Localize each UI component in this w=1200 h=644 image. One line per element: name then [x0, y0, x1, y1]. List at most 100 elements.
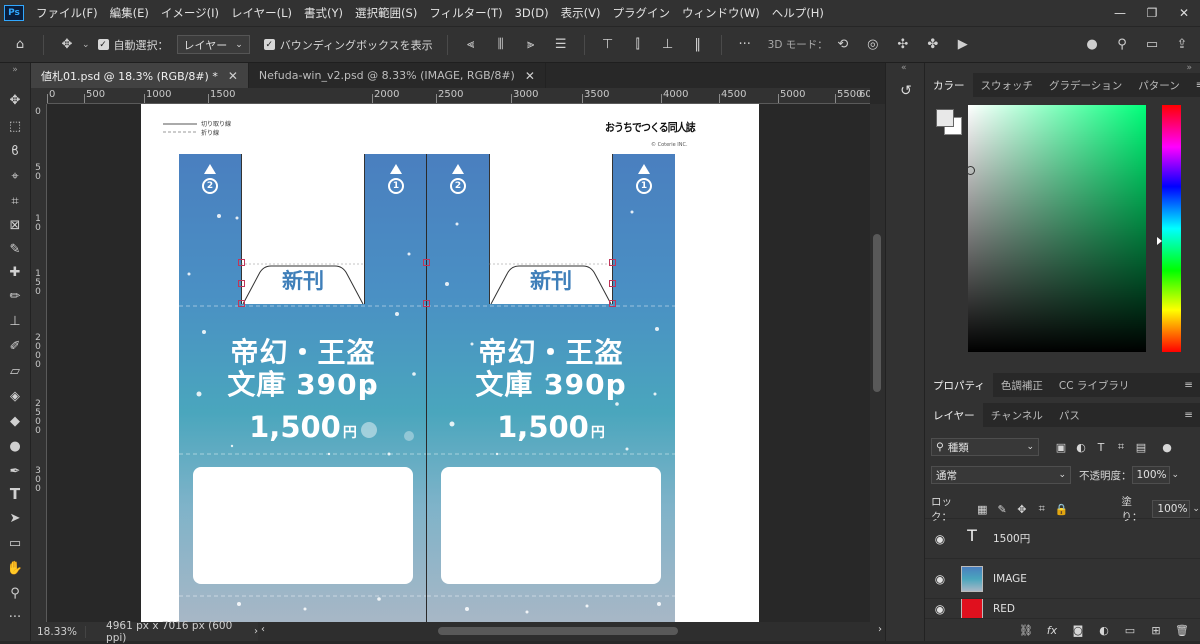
more-options-icon[interactable]: ··· [733, 33, 757, 57]
transform-handle[interactable] [238, 300, 245, 307]
menu-help[interactable]: ヘルプ(H) [766, 0, 830, 26]
show-bounding-box-checkbox[interactable]: ✓ [263, 39, 275, 50]
auto-select-checkbox[interactable]: ✓ [97, 39, 109, 50]
layer-style-icon[interactable]: fx [1044, 622, 1060, 638]
lock-position-icon[interactable]: ✥ [1014, 501, 1030, 517]
share-icon[interactable]: ⇪ [1170, 33, 1194, 57]
menu-type[interactable]: 書式(Y) [298, 0, 349, 26]
zoom-tool-icon[interactable]: ⚲ [3, 582, 27, 604]
filter-smart-object-icon[interactable]: ▤ [1133, 439, 1149, 455]
tab-channels[interactable]: チャンネル [983, 403, 1051, 427]
auto-select-target-dropdown[interactable]: レイヤー ⌄ [176, 35, 250, 54]
history-panel-icon[interactable]: ↺ [896, 83, 916, 103]
new-layer-icon[interactable]: ⊞ [1148, 622, 1164, 638]
lock-transparency-icon[interactable]: ▦ [974, 501, 990, 517]
menu-window[interactable]: ウィンドウ(W) [676, 0, 766, 26]
zoom-level[interactable]: 18.33% [31, 625, 87, 638]
align-bottom-icon[interactable]: ⊥ [656, 33, 680, 57]
3d-pan-icon[interactable]: ✣ [891, 33, 915, 57]
horizontal-scrollbar[interactable]: ‹ › [258, 622, 885, 641]
filter-toggle-icon[interactable]: ● [1159, 439, 1175, 455]
tab-swatches[interactable]: スウォッチ [973, 73, 1042, 97]
horizontal-ruler[interactable]: 0 500 1000 1500 2000 2500 3000 3500 4000… [47, 88, 870, 104]
layer-row-red[interactable]: ◉ RED [925, 598, 1200, 618]
distribute-vertical-icon[interactable]: ‖ [686, 33, 710, 57]
dodge-tool-icon[interactable]: ● [3, 435, 27, 457]
opacity-field[interactable]: 100% [1131, 466, 1170, 484]
3d-roll-icon[interactable]: ◎ [861, 33, 885, 57]
lasso-tool-icon[interactable]: ϐ [3, 140, 27, 162]
crop-tool-icon[interactable]: ⌗ [3, 190, 27, 212]
distribute-horizontal-icon[interactable]: ☰ [549, 33, 573, 57]
align-right-icon[interactable]: ⫸ [519, 33, 543, 57]
close-tab-icon[interactable]: ✕ [228, 69, 238, 83]
close-tab-icon[interactable]: ✕ [525, 69, 535, 83]
frame-tool-icon[interactable]: ⊠ [3, 214, 27, 236]
blend-mode-dropdown[interactable]: 通常 ⌄ [931, 466, 1071, 484]
filter-adjustment-icon[interactable]: ◐ [1073, 439, 1089, 455]
close-button[interactable]: ✕ [1168, 0, 1200, 26]
type-tool-icon[interactable]: T [3, 483, 27, 505]
transform-handle[interactable] [609, 259, 616, 266]
panel-collapse-icon[interactable]: « [901, 63, 907, 73]
delete-layer-icon[interactable]: 🗑 [1174, 622, 1190, 638]
menu-file[interactable]: ファイル(F) [30, 0, 104, 26]
panel-menu-icon[interactable]: ≡ [1176, 373, 1200, 397]
menu-plugins[interactable]: プラグイン [606, 0, 676, 26]
more-tools-icon[interactable]: ··· [3, 606, 27, 628]
brush-tool-icon[interactable]: ✏ [3, 285, 27, 307]
color-picker-field[interactable] [966, 105, 1146, 352]
toolbar-collapse-icon[interactable]: » [3, 65, 27, 75]
visibility-eye-icon[interactable]: ◉ [925, 602, 955, 616]
visibility-eye-icon[interactable]: ◉ [925, 572, 955, 586]
transform-handle[interactable] [423, 300, 430, 307]
marquee-tool-icon[interactable]: ⬚ [3, 115, 27, 137]
blur-tool-icon[interactable]: ◆ [3, 410, 27, 432]
vertical-ruler[interactable]: 0 5 0 1 0 1 5 0 2 0 0 0 2 5 0 0 3 0 0 [31, 104, 47, 622]
tab-layers[interactable]: レイヤー [925, 403, 983, 427]
add-mask-icon[interactable]: ◙ [1070, 622, 1086, 638]
move-tool-icon[interactable]: ✥ [55, 33, 79, 57]
tab-active-document[interactable]: 値札01.psd @ 18.3% (RGB/8#) * ✕ [31, 63, 249, 88]
tab-properties[interactable]: プロパティ [925, 373, 993, 397]
filter-pixel-icon[interactable]: ▣ [1053, 439, 1069, 455]
transform-handle[interactable] [238, 259, 245, 266]
clone-stamp-tool-icon[interactable]: ⊥ [3, 310, 27, 332]
chevron-down-icon[interactable]: ⌄ [1192, 504, 1200, 514]
layer-name[interactable]: IMAGE [993, 573, 1027, 585]
transform-handle[interactable] [238, 280, 245, 287]
lock-all-icon[interactable]: 🔒 [1054, 501, 1070, 517]
panel-collapse-icon[interactable]: » [1186, 63, 1192, 73]
filter-shape-icon[interactable]: ⌗ [1113, 439, 1129, 455]
new-group-icon[interactable]: ▭ [1122, 622, 1138, 638]
menu-view[interactable]: 表示(V) [555, 0, 607, 26]
transform-handle[interactable] [423, 259, 430, 266]
layer-name[interactable]: 1500円 [993, 531, 1030, 546]
scroll-left-icon[interactable]: ‹ [261, 624, 265, 635]
hue-slider[interactable] [1157, 105, 1181, 352]
tab-gradients[interactable]: グラデーション [1041, 73, 1130, 97]
layer-name[interactable]: RED [993, 603, 1015, 615]
menu-filter[interactable]: フィルター(T) [423, 0, 508, 26]
visibility-eye-icon[interactable]: ◉ [925, 532, 955, 546]
path-select-tool-icon[interactable]: ➤ [3, 507, 27, 529]
tab-cc-libraries[interactable]: CC ライブラリ [1051, 373, 1138, 397]
align-center-icon[interactable]: ⫼ [489, 33, 513, 57]
move-tool-icon[interactable]: ✥ [3, 89, 27, 111]
transform-handle[interactable] [609, 280, 616, 287]
align-left-icon[interactable]: ⫷ [459, 33, 483, 57]
lock-artboard-icon[interactable]: ⌗ [1034, 501, 1050, 517]
workspace-icon[interactable]: ▭ [1140, 33, 1164, 57]
restore-button[interactable]: ❐ [1136, 0, 1168, 26]
3d-slide-icon[interactable]: ✤ [921, 33, 945, 57]
eraser-tool-icon[interactable]: ▱ [3, 360, 27, 382]
menu-layer[interactable]: レイヤー(L) [225, 0, 298, 26]
link-layers-icon[interactable]: ⛓ [1018, 622, 1034, 638]
menu-3d[interactable]: 3D(D) [509, 0, 555, 26]
hand-tool-icon[interactable]: ✋ [3, 557, 27, 579]
align-top-icon[interactable]: ⊤ [596, 33, 620, 57]
paint-bucket-tool-icon[interactable]: ◈ [3, 385, 27, 407]
3d-camera-icon[interactable]: ▶ [951, 33, 975, 57]
fill-field[interactable]: 100% [1152, 500, 1191, 518]
rectangle-tool-icon[interactable]: ▭ [3, 532, 27, 554]
